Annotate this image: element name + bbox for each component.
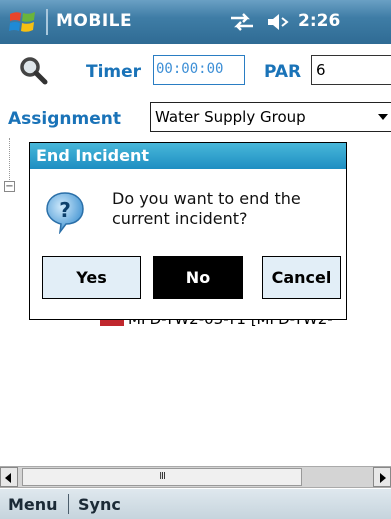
- title-divider: [46, 9, 48, 35]
- menu-softkey[interactable]: Menu: [8, 495, 58, 514]
- signal-icon[interactable]: [228, 10, 256, 34]
- assignment-label: Assignment: [8, 109, 121, 129]
- clock[interactable]: 2:26: [298, 11, 340, 31]
- svg-text:?: ?: [59, 198, 71, 222]
- cancel-button[interactable]: Cancel: [262, 256, 341, 299]
- assignment-select[interactable]: Water Supply Group: [150, 102, 391, 132]
- scrollbar-thumb[interactable]: III: [22, 468, 302, 486]
- question-icon: ?: [46, 192, 84, 234]
- timer-label: Timer: [86, 62, 142, 82]
- sync-softkey[interactable]: Sync: [78, 495, 121, 514]
- title-bar: MOBILE 2:26: [0, 0, 391, 44]
- assignment-selected-value: Water Supply Group: [155, 108, 306, 126]
- softkey-divider: [68, 494, 69, 514]
- par-field[interactable]: 6: [311, 55, 391, 85]
- tree-expand-icon[interactable]: −: [4, 181, 15, 192]
- app-title: MOBILE: [56, 11, 133, 31]
- par-label: PAR: [264, 62, 302, 82]
- scroll-right-icon[interactable]: [373, 467, 391, 487]
- chevron-down-icon[interactable]: [378, 114, 388, 120]
- dialog-title: End Incident: [30, 143, 346, 169]
- windows-logo-icon[interactable]: [8, 8, 38, 36]
- softkey-bar: Menu Sync: [0, 489, 391, 519]
- scroll-left-icon[interactable]: [0, 467, 18, 487]
- timer-field[interactable]: 00:00:00: [153, 55, 245, 85]
- tree-connector: [9, 138, 11, 180]
- no-button[interactable]: No: [153, 256, 243, 299]
- volume-icon[interactable]: [264, 10, 290, 34]
- yes-button[interactable]: Yes: [42, 256, 141, 299]
- search-icon[interactable]: [18, 56, 48, 86]
- end-incident-dialog: End Incident ? Do you want to end the cu…: [29, 142, 347, 320]
- horizontal-scrollbar[interactable]: III: [0, 466, 391, 488]
- dialog-message: Do you want to end the current incident?: [112, 189, 301, 228]
